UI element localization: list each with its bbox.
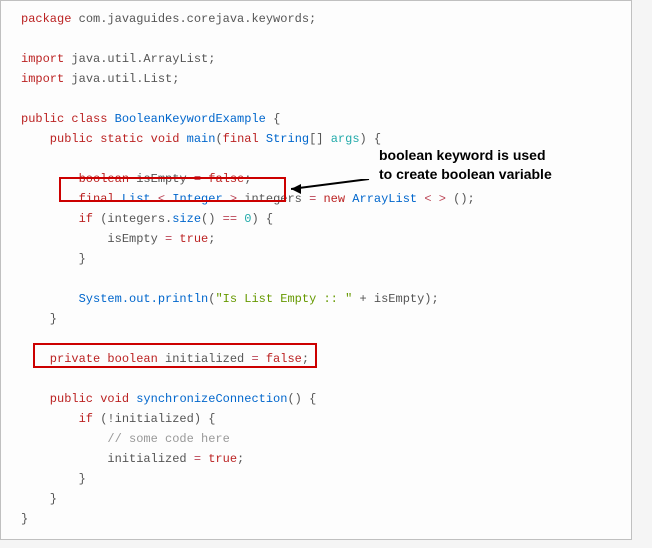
kw-void: void <box>143 132 179 146</box>
kw-void: void <box>93 392 129 406</box>
type-string: String <box>259 132 309 146</box>
code-line-21: if (!initialized) { <box>1 409 631 429</box>
code-line-11: if (integers.size() == 0) { <box>1 209 631 229</box>
kw-import: import <box>21 52 64 66</box>
code-line-18: private boolean initialized = false; <box>1 349 631 369</box>
method-name: synchronizeConnection <box>129 392 287 406</box>
kw-if: if <box>21 412 93 426</box>
kw-final: final <box>21 192 115 206</box>
kw-private: private <box>21 352 100 366</box>
annotation-line-2: to create boolean variable <box>379 165 552 184</box>
kw-new: new <box>316 192 345 206</box>
comment: // some code here <box>21 432 230 446</box>
code-line-22: // some code here <box>1 429 631 449</box>
kw-public: public <box>21 112 64 126</box>
string-literal: "Is List Empty :: " <box>215 292 352 306</box>
code-line-3: import java.util.ArrayList; <box>1 49 631 69</box>
code-line-13: } <box>1 249 631 269</box>
kw-boolean: boolean <box>100 352 158 366</box>
annotation-text: boolean keyword is used to create boolea… <box>379 146 552 184</box>
kw-package: package <box>21 12 71 26</box>
code-container: package com.javaguides.corejava.keywords… <box>0 0 632 540</box>
kw-false: false <box>201 172 244 186</box>
kw-true: true <box>201 452 237 466</box>
blank-line <box>1 89 631 109</box>
class-name: BooleanKeywordExample <box>107 112 265 126</box>
code-line-12: isEmpty = true; <box>1 229 631 249</box>
code-line-20: public void synchronizeConnection() { <box>1 389 631 409</box>
kw-final: final <box>223 132 259 146</box>
code-line-23: initialized = true; <box>1 449 631 469</box>
code-line-24: } <box>1 469 631 489</box>
code-line-4: import java.util.List; <box>1 69 631 89</box>
kw-true: true <box>172 232 208 246</box>
blank-line <box>1 269 631 289</box>
method-main: main <box>179 132 215 146</box>
kw-public: public <box>21 132 93 146</box>
code-line-25: } <box>1 489 631 509</box>
code-line-26: } <box>1 509 631 529</box>
kw-boolean: boolean <box>21 172 129 186</box>
blank-line <box>1 329 631 349</box>
blank-line <box>1 29 631 49</box>
kw-if: if <box>21 212 93 226</box>
kw-import: import <box>21 72 64 86</box>
code-line-10: final List < Integer > integers = new Ar… <box>1 189 631 209</box>
blank-line <box>1 369 631 389</box>
code-line-15: System.out.println("Is List Empty :: " +… <box>1 289 631 309</box>
code-line-6: public class BooleanKeywordExample { <box>1 109 631 129</box>
code-line-16: } <box>1 309 631 329</box>
kw-static: static <box>93 132 143 146</box>
code-line-1: package com.javaguides.corejava.keywords… <box>1 9 631 29</box>
param-args: args <box>324 132 360 146</box>
kw-false: false <box>259 352 302 366</box>
annotation-line-1: boolean keyword is used <box>379 146 552 165</box>
kw-class: class <box>64 112 107 126</box>
kw-public: public <box>21 392 93 406</box>
